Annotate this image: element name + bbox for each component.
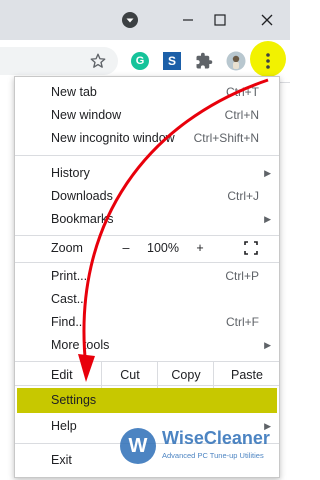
wisecleaner-logo: W xyxy=(120,428,156,464)
wisecleaner-watermark: W WiseCleaner Advanced PC Tune-up Utilit… xyxy=(120,422,280,472)
annotation-arrow xyxy=(78,78,269,382)
watermark-name: WiseCleaner xyxy=(162,428,270,448)
watermark-tagline: Advanced PC Tune-up Utilities xyxy=(162,451,264,460)
